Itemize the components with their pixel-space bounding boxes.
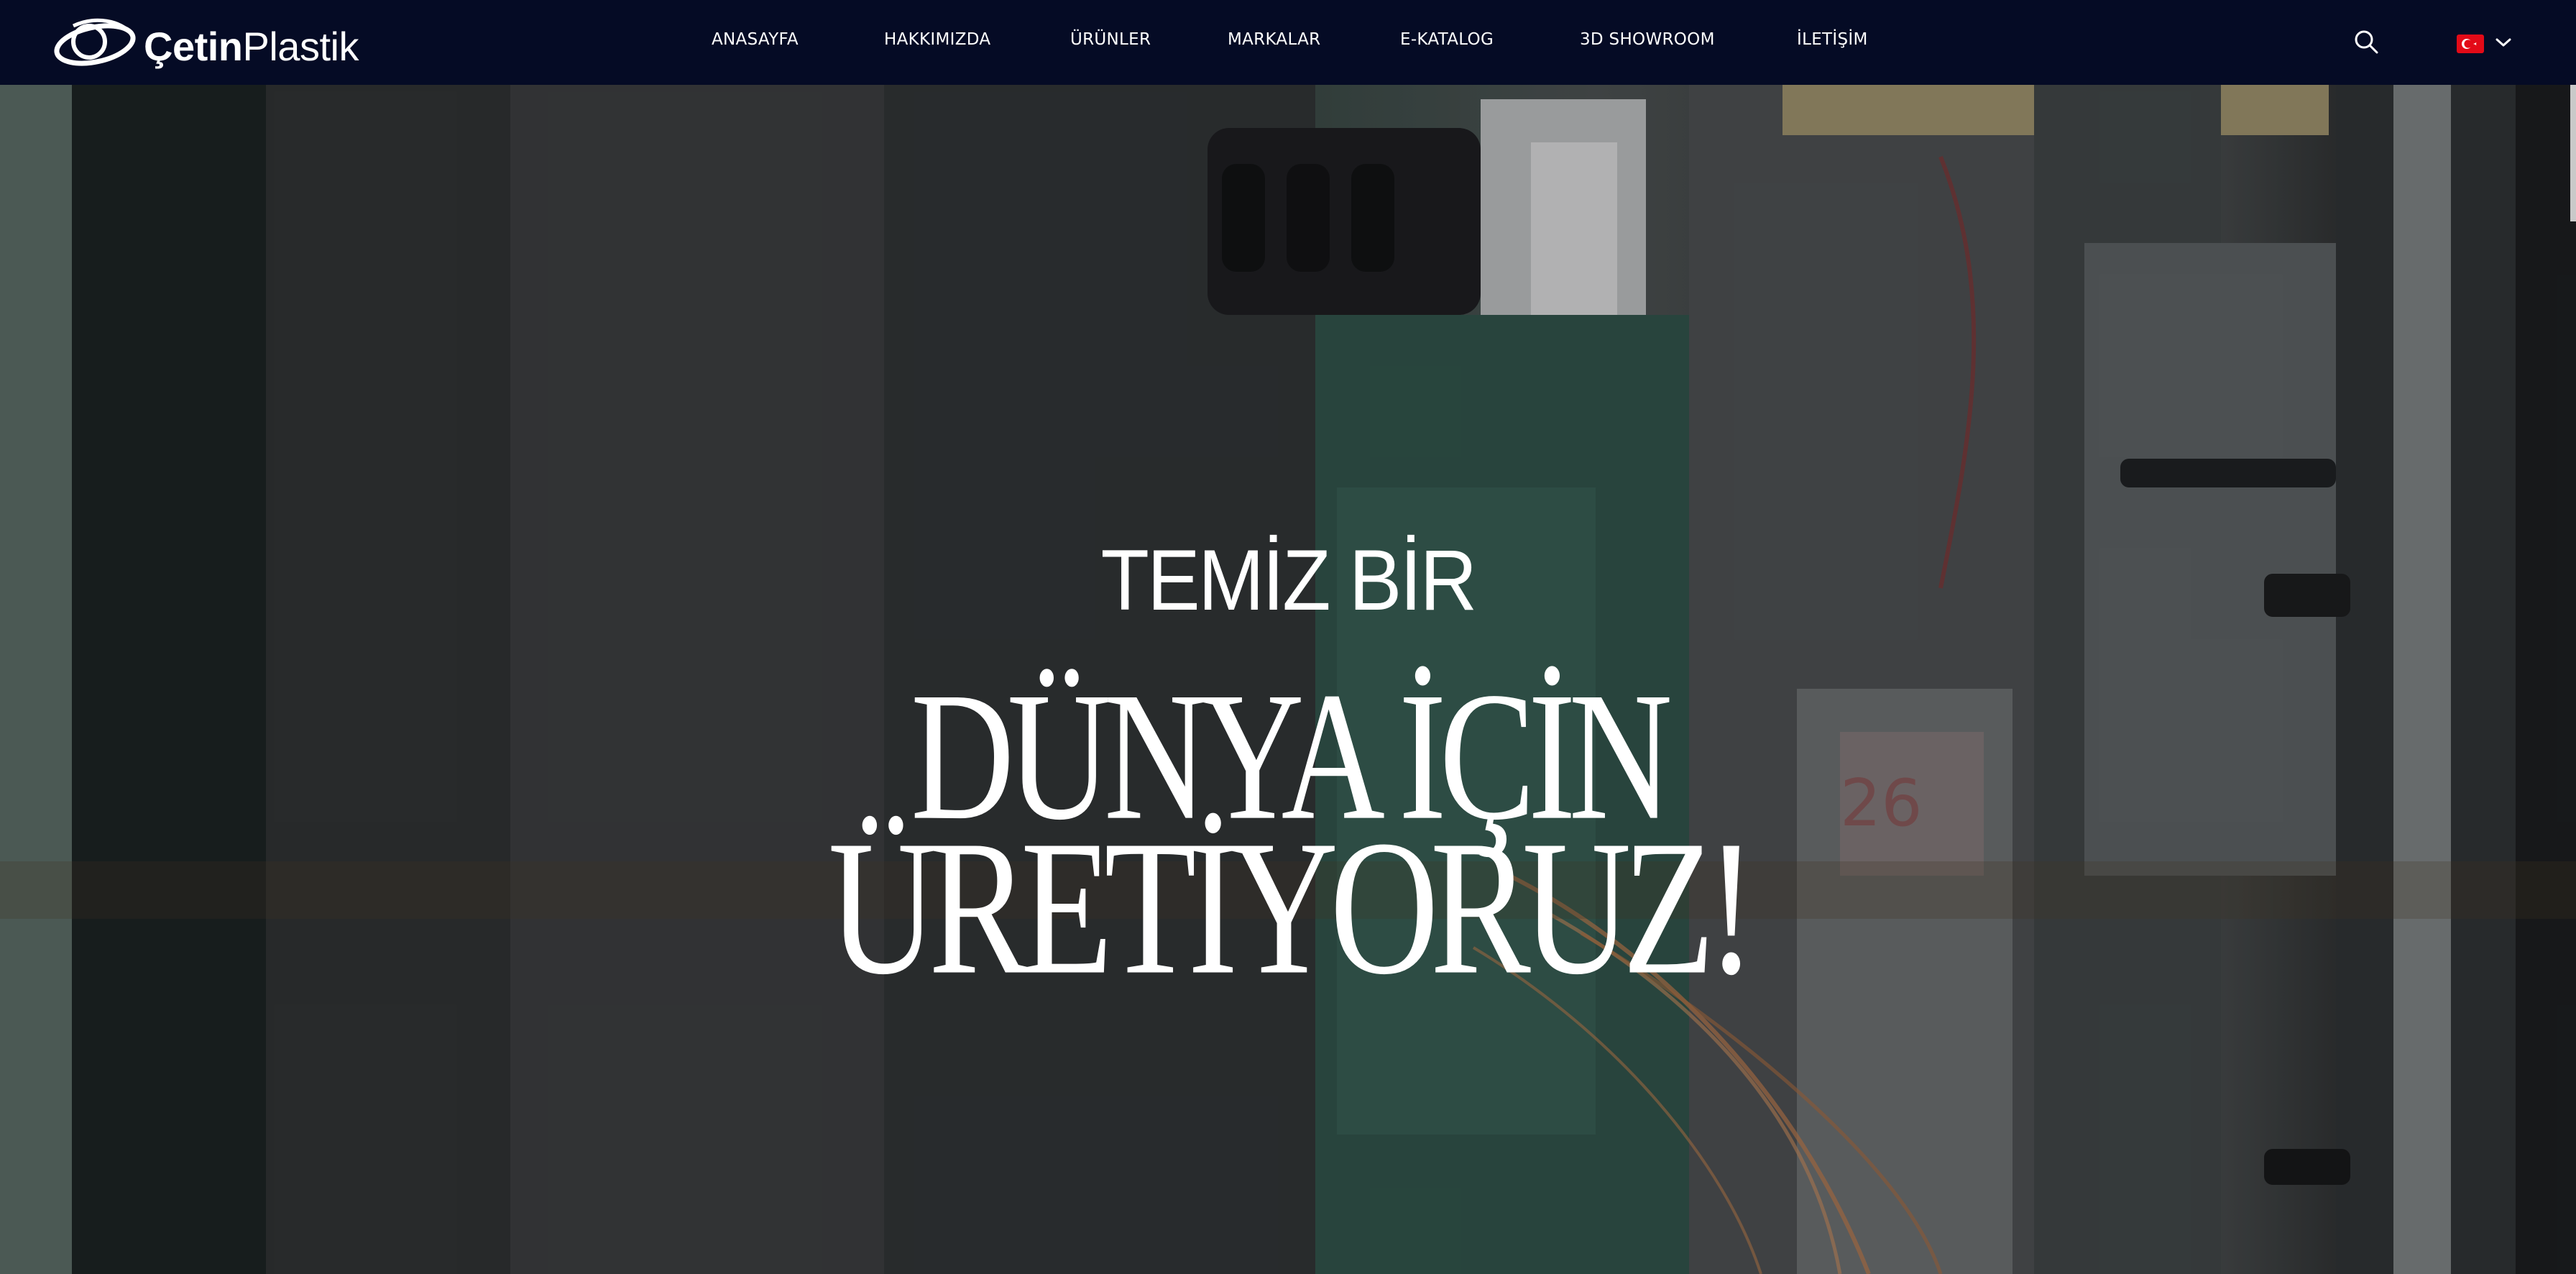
nav-item-e-katalog[interactable]: E-KATALOG <box>1400 30 1494 49</box>
nav-item-iletisim[interactable]: İLETİŞİM <box>1797 30 1868 49</box>
hero-section: 26 TEMİZ BİR DÜNYA İÇİN ÜRETİYORUZ! <box>0 85 2576 1274</box>
search-icon[interactable] <box>2353 29 2379 55</box>
nav-item-urunler[interactable]: ÜRÜNLER <box>1070 30 1151 49</box>
hero-title-small: TEMİZ BİR <box>1100 532 1477 628</box>
nav-item-hakkimizda[interactable]: HAKKIMIZDA <box>884 30 990 49</box>
hero-title-line-2: ÜRETİYORUZ! <box>828 801 1756 1015</box>
language-selector[interactable] <box>2457 30 2514 55</box>
nav-item-markalar[interactable]: MARKALAR <box>1228 30 1320 49</box>
page-scrollbar[interactable] <box>2570 85 2576 221</box>
main-nav: ANASAYFA HAKKIMIZDA ÜRÜNLER MARKALAR E-K… <box>0 0 2576 85</box>
chevron-down-icon <box>2496 38 2511 47</box>
nav-item-3d-showroom[interactable]: 3D SHOWROOM <box>1580 30 1715 49</box>
top-navbar: ÇetinPlastik ANASAYFA HAKKIMIZDA ÜRÜNLER… <box>0 0 2576 85</box>
nav-item-anasayfa[interactable]: ANASAYFA <box>712 30 799 49</box>
page: 26 TEMİZ BİR DÜNYA İÇİN ÜRETİYORUZ! Çeti… <box>0 0 2576 1274</box>
turkey-flag-icon <box>2457 35 2484 53</box>
